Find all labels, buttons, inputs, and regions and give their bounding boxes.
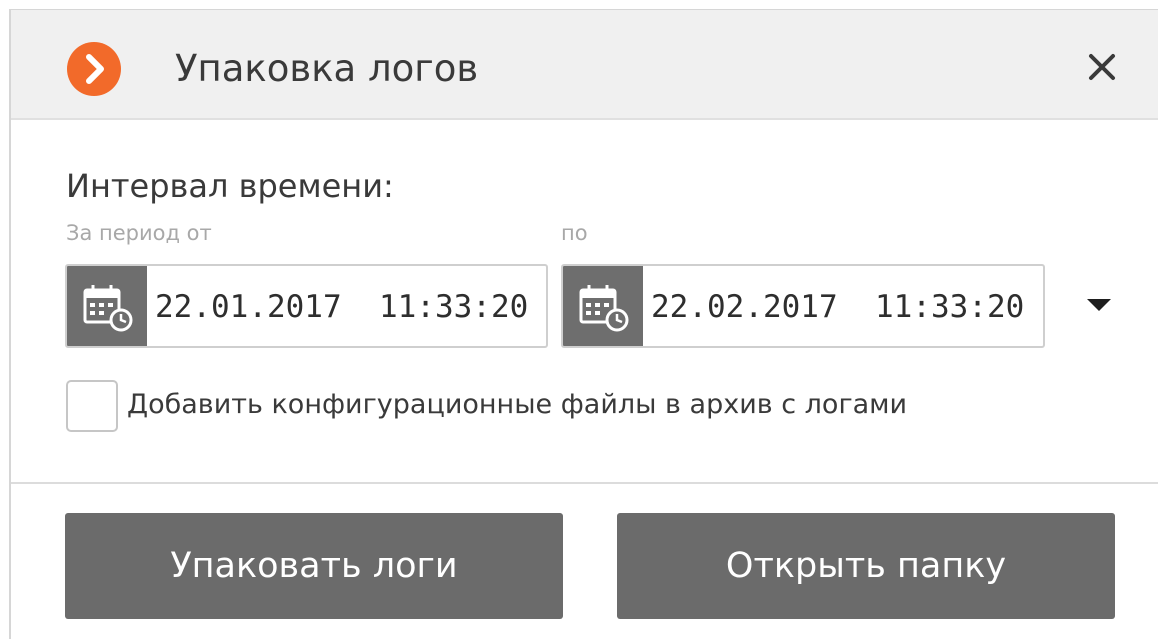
dialog-title: Упаковка логов bbox=[175, 47, 479, 90]
from-datetime-field[interactable]: 22.01.2017 11:33:20 bbox=[65, 264, 548, 348]
caret-down-icon bbox=[1087, 299, 1111, 311]
interval-heading: Интервал времени: bbox=[66, 167, 394, 205]
from-label: За период от bbox=[66, 221, 212, 245]
close-button[interactable] bbox=[1083, 48, 1121, 86]
from-datetime-value[interactable]: 22.01.2017 11:33:20 bbox=[155, 288, 528, 326]
pack-logs-dialog: Упаковка логов Интервал времени: За пери… bbox=[9, 9, 1158, 639]
pack-logs-button[interactable]: Упаковать логи bbox=[65, 513, 563, 619]
close-icon bbox=[1089, 54, 1115, 80]
to-label: по bbox=[561, 221, 588, 245]
include-config-checkbox[interactable] bbox=[66, 380, 118, 432]
footer-divider bbox=[11, 482, 1158, 484]
app-logo-icon bbox=[67, 42, 121, 96]
to-datetime-value[interactable]: 22.02.2017 11:33:20 bbox=[651, 288, 1024, 326]
dialog-titlebar: Упаковка логов bbox=[11, 10, 1158, 120]
interval-dropdown-button[interactable] bbox=[1083, 293, 1115, 317]
calendar-clock-icon[interactable] bbox=[67, 266, 147, 346]
open-folder-button[interactable]: Открыть папку bbox=[617, 513, 1115, 619]
to-datetime-field[interactable]: 22.02.2017 11:33:20 bbox=[561, 264, 1045, 348]
calendar-clock-icon[interactable] bbox=[563, 266, 643, 346]
include-config-label[interactable]: Добавить конфигурационные файлы в архив … bbox=[127, 388, 907, 422]
